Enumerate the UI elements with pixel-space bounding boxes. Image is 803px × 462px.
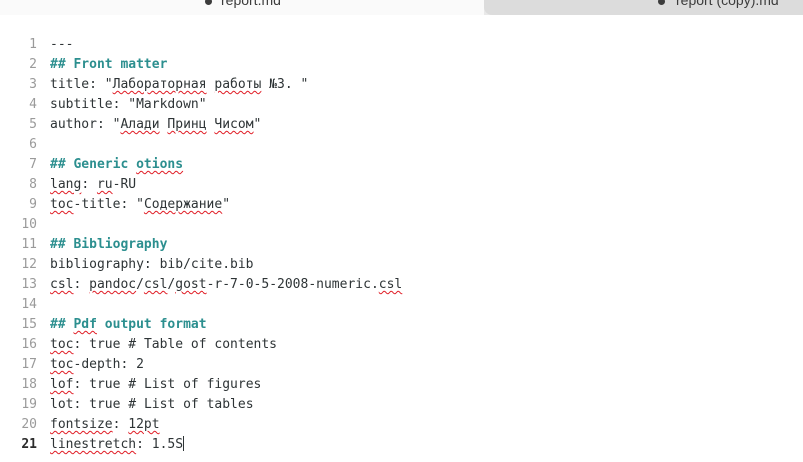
markdown-heading-text: ## Bibliography [50,237,168,252]
line-text: lot: true # List of tables [50,397,254,412]
line-text: toc: true # Table of contents [50,337,278,352]
line-number: 21 [21,437,37,452]
misspelled-word[interactable]: ru [97,177,113,192]
line-text: --- [50,37,74,52]
line-number: 20 [21,417,37,432]
editor-line[interactable]: 10 [0,215,803,235]
line-text: linestretch: 1.5S [50,436,185,452]
misspelled-word[interactable]: lang [50,177,81,192]
tab-report-copy-md[interactable]: report (copy).md [484,0,803,15]
line-text: bibliography: bib/cite.bib [50,257,254,272]
line-number: 4 [29,97,37,112]
misspelled-word[interactable]: fontsize [50,417,113,432]
misspelled-word[interactable]: linestretch [50,437,136,452]
unsaved-dot-icon [658,0,665,5]
editor-line[interactable]: 12 bibliography: bib/cite.bib [0,255,803,275]
misspelled-word[interactable]: Чисом [214,117,253,132]
editor-line[interactable]: 5 author: "Алади Принц Чисом" [0,115,803,135]
misspelled-word[interactable]: toc [50,357,73,372]
tab-label: report.md [221,0,281,8]
markdown-heading-text: ## Front matter [50,57,168,72]
misspelled-word[interactable]: toc [50,197,73,212]
line-number: 18 [21,377,37,392]
line-number: 8 [29,177,37,192]
line-number: 13 [21,277,37,292]
line-number: 2 [29,57,37,72]
editor-line[interactable]: 17 toc-depth: 2 [0,355,803,375]
line-number: 14 [21,297,37,312]
editor-line[interactable]: 19 lot: true # List of tables [0,395,803,415]
editor-line[interactable]: 15 ## Pdf output format [0,315,803,335]
line-text: subtitle: "Markdown" [50,97,207,112]
editor-line[interactable]: 13 csl: pandoc/csl/gost-r-7-0-5-2008-nume… [0,275,803,295]
line-text: lof: true # List of figures [50,377,262,392]
editor-line[interactable]: 21 linestretch: 1.5S [0,435,803,455]
misspelled-word[interactable]: otions [136,157,183,172]
line-number: 3 [29,77,37,92]
line-text: author: "Алади Принц Чисом" [50,117,262,132]
editor-line[interactable]: 4 subtitle: "Markdown" [0,95,803,115]
line-number: 10 [21,217,37,232]
misspelled-word[interactable]: csl [50,277,73,292]
text-editor[interactable]: 1 --- 2 ## Front matter 3 title: "Лабораторна… [0,15,803,462]
text-cursor [183,436,185,451]
misspelled-word[interactable]: gost [175,277,206,292]
editor-line[interactable]: 8 lang: ru-RU [0,175,803,195]
markdown-heading-text: ## Pdf output format [50,317,207,332]
editor-line[interactable]: 20 fontsize: 12pt [0,415,803,435]
editor-line[interactable]: 18 lof: true # List of figures [0,375,803,395]
line-number: 11 [21,237,37,252]
editor-lines: 1 --- 2 ## Front matter 3 title: "Лабораторна… [0,35,803,455]
line-number: 17 [21,357,37,372]
line-text: csl: pandoc/csl/gost-r-7-0-5-2008-numeri… [50,277,403,292]
line-number: 6 [29,137,37,152]
tab-report-md[interactable]: report.md [0,0,484,15]
tab-bar: report.md report (copy).md [0,0,803,15]
editor-line[interactable]: 16 toc: true # Table of contents [0,335,803,355]
editor-line[interactable]: 14 [0,295,803,315]
line-text: title: "Лабораторная работы №3. " [50,77,309,92]
editor-line[interactable]: 1 --- [0,35,803,55]
misspelled-word[interactable]: 12pt [128,417,159,432]
misspelled-word[interactable]: lof [50,377,73,392]
line-number: 1 [29,37,37,52]
misspelled-word[interactable]: Принц [167,117,206,132]
line-number: 7 [29,157,37,172]
editor-line[interactable]: 2 ## Front matter [0,55,803,75]
line-number: 12 [21,257,37,272]
misspelled-word[interactable]: Лабораторная [113,77,207,92]
line-number: 19 [21,397,37,412]
editor-line[interactable]: 3 title: "Лабораторная работы №3. " [0,75,803,95]
misspelled-word[interactable]: Содержание [144,197,222,212]
misspelled-word[interactable]: csl [144,277,167,292]
editor-line[interactable]: 7 ## Generic otions [0,155,803,175]
misspelled-word[interactable]: toc [50,337,73,352]
unsaved-dot-icon [205,0,212,5]
markdown-heading-text: ## Generic otions [50,157,184,172]
misspelled-word[interactable]: pandoc [89,277,136,292]
misspelled-word[interactable]: Pdf [73,317,96,332]
line-number: 9 [29,197,37,212]
line-text: toc-title: "Содержание" [50,197,231,212]
line-text: toc-depth: 2 [50,357,144,372]
tab-label: report (copy).md [676,0,779,8]
editor-line[interactable]: 9 toc-title: "Содержание" [0,195,803,215]
editor-line[interactable]: 6 [0,135,803,155]
line-number: 15 [21,317,37,332]
misspelled-word[interactable]: Алади [120,117,159,132]
misspelled-word[interactable]: работы [214,77,261,92]
line-text: fontsize: 12pt [50,417,160,432]
misspelled-word[interactable]: csl [379,277,402,292]
editor-line[interactable]: 11 ## Bibliography [0,235,803,255]
line-text: lang: ru-RU [50,177,137,192]
line-number: 5 [29,117,37,132]
line-number: 16 [21,337,37,352]
